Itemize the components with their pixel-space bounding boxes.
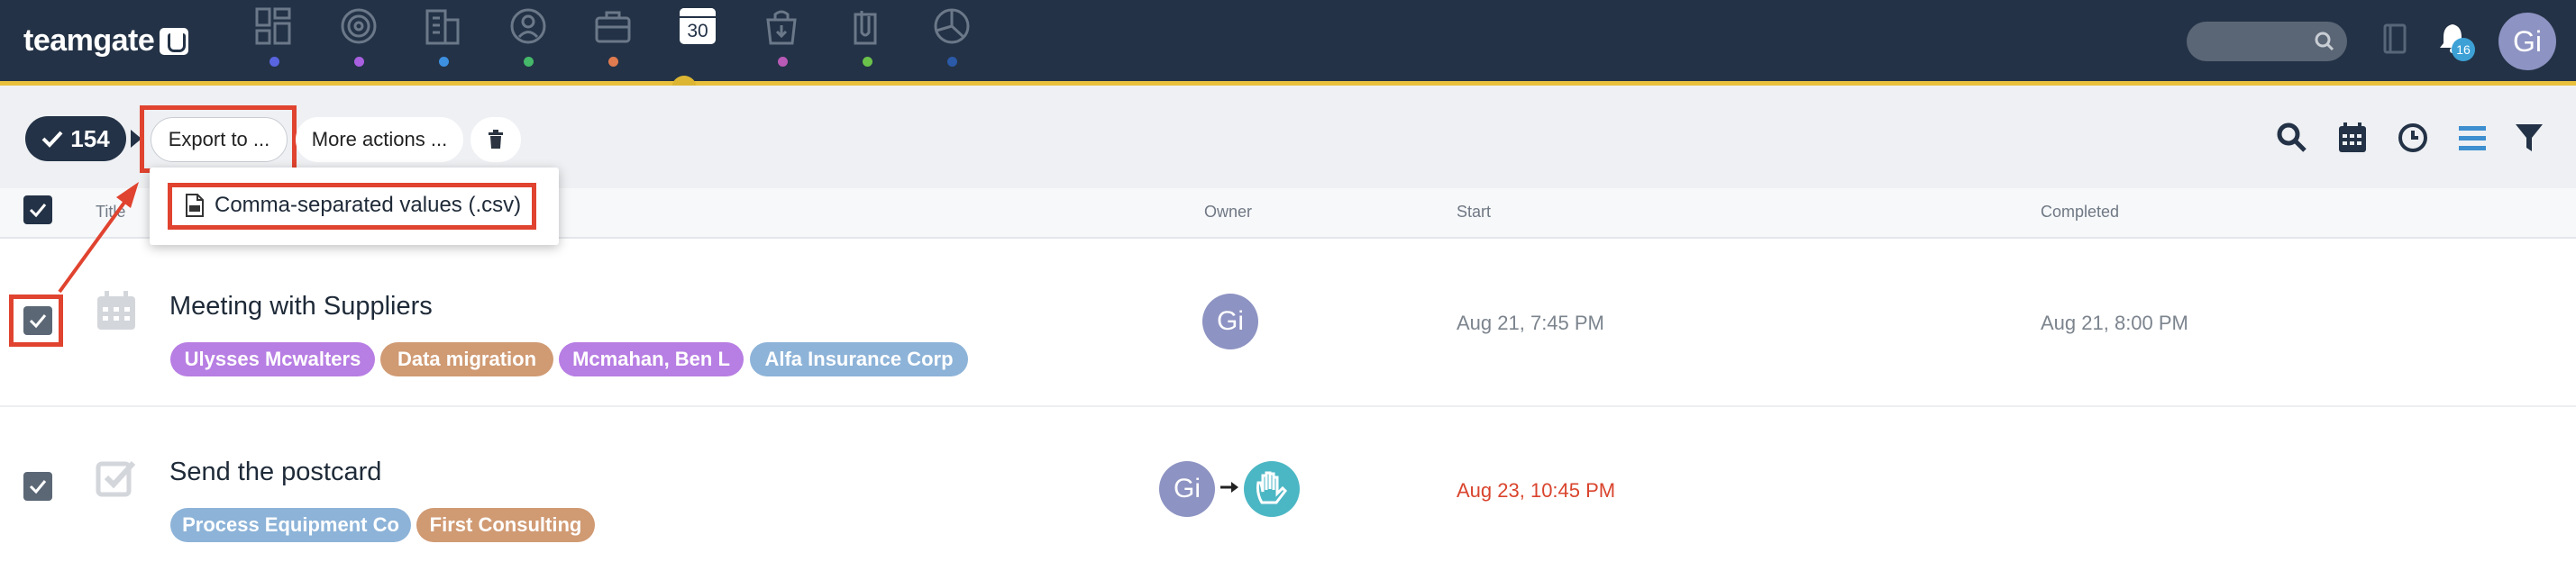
- annotation-arrow: [58, 182, 139, 294]
